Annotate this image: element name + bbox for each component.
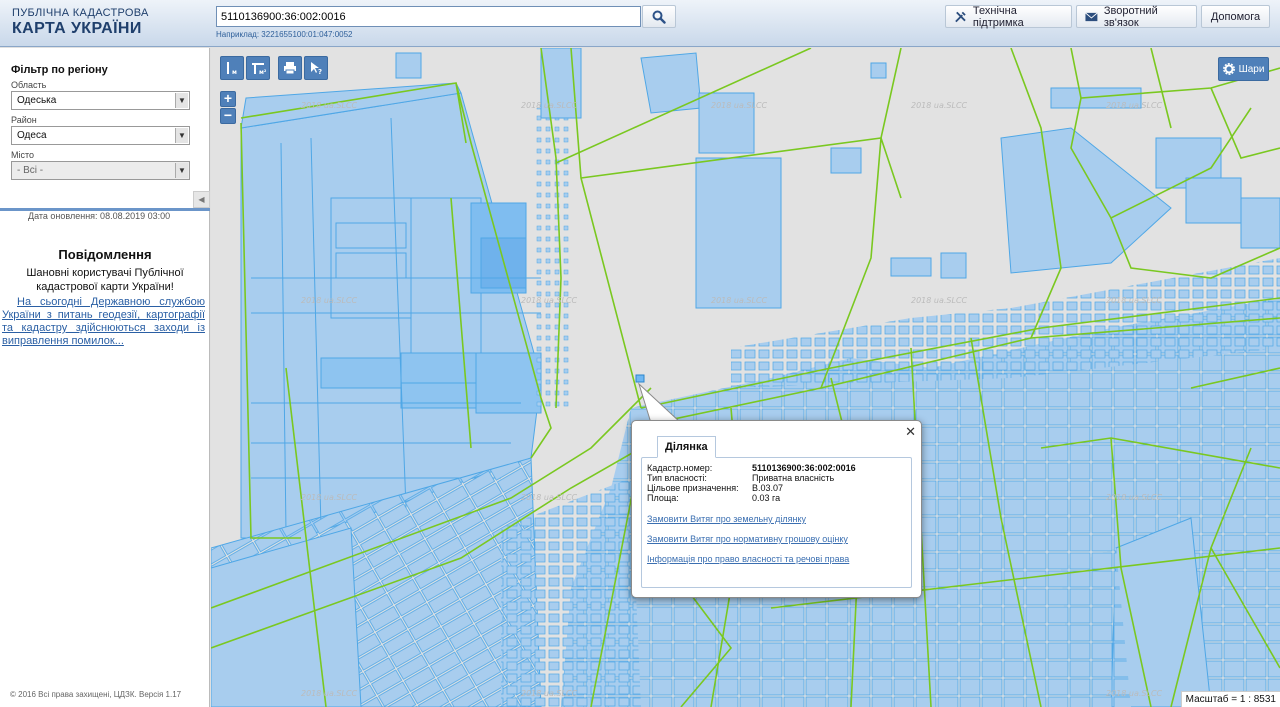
feedback-button[interactable]: Зворотний зв'язок [1076, 4, 1197, 29]
zoom-out-button[interactable]: − [220, 108, 236, 124]
oblast-select[interactable]: Одеська ▼ [11, 91, 190, 110]
print-button[interactable] [278, 56, 302, 80]
envelope-icon [1085, 12, 1098, 21]
collapse-sidebar-button[interactable]: ◀ [193, 191, 210, 208]
order-valuation-link[interactable]: Замовити Витяг про нормативну грошову оц… [647, 534, 848, 544]
update-date: Дата оновлення: 08.08.2019 03:00 [28, 211, 171, 221]
filter-title: Фільтр по регіону [11, 64, 108, 76]
svg-text:2018 ua.SLCC: 2018 ua.SLCC [301, 296, 358, 305]
selected-parcel[interactable] [635, 374, 645, 383]
svg-text:м: м [232, 69, 237, 76]
info-value: 5110136900:36:002:0016 [752, 463, 856, 473]
rayon-value: Одеса [17, 130, 47, 141]
search-button[interactable] [642, 5, 676, 28]
measure-distance-button[interactable]: м [220, 56, 244, 80]
zoom-in-button[interactable]: + [220, 91, 236, 107]
help-button[interactable]: Допомога [1201, 5, 1270, 28]
info-value: Приватна власність [752, 473, 835, 483]
cursor-question-icon: ? [311, 62, 322, 75]
gear-icon [1222, 63, 1235, 75]
message-text: Шановні користувачі Публічної кадастрово… [26, 267, 184, 293]
svg-text:2018 ua.SLCC: 2018 ua.SLCC [521, 101, 578, 110]
sidebar: Фільтр по регіону Область Одеська ▼ Райо… [0, 48, 210, 707]
rayon-label: Район [11, 115, 37, 125]
svg-text:?: ? [318, 68, 322, 75]
message-link[interactable]: На сьогодні Державною службою України з … [2, 296, 205, 348]
parcel-info-panel: Кадастр.номер: 5110136900:36:002:0016 Тип… [641, 457, 912, 588]
misto-select[interactable]: - Всі - ▼ [11, 161, 190, 180]
logo-line1: ПУБЛІЧНА КАДАСТРОВА [12, 7, 149, 19]
search-icon [652, 10, 666, 24]
misto-value: - Всі - [17, 165, 44, 176]
help-label: Допомога [1210, 10, 1261, 23]
chevron-down-icon: ▼ [175, 163, 188, 178]
tools-toolbar: ? [278, 56, 328, 80]
svg-text:2018 ua.SLCC: 2018 ua.SLCC [911, 296, 968, 305]
header: ПУБЛІЧНА КАДАСТРОВА КАРТА УКРАЇНИ Наприк… [0, 0, 1280, 47]
logo-line2: КАРТА УКРАЇНИ [12, 20, 142, 37]
info-row: Тип власності: Приватна власність [647, 473, 834, 483]
svg-text:2018 ua.SLCC: 2018 ua.SLCC [301, 689, 358, 698]
svg-text:2018 ua.SLCC: 2018 ua.SLCC [1106, 101, 1163, 110]
svg-text:2018 ua.SLCC: 2018 ua.SLCC [521, 296, 578, 305]
parcel-info-popup: ✕ Ділянка Кадастр.номер: 5110136900:36:00… [631, 420, 922, 598]
misto-label: Місто [11, 150, 35, 160]
tech-support-label: Технічна підтримка [972, 4, 1024, 29]
svg-text:2018 ua.SLCC: 2018 ua.SLCC [1106, 493, 1163, 502]
info-row: Площа: 0.03 га [647, 493, 780, 503]
tools-icon [955, 11, 966, 22]
info-key: Площа: [647, 493, 679, 503]
svg-text:2018 ua.SLCC: 2018 ua.SLCC [1106, 689, 1163, 698]
svg-text:2018 ua.SLCC: 2018 ua.SLCC [301, 493, 358, 502]
chevron-down-icon: ▼ [175, 128, 188, 143]
map-canvas[interactable]: 2018 ua.SLCC 2018 ua.SLCC 2018 ua.SLCC 2… [211, 48, 1280, 707]
layers-button[interactable]: Шари [1218, 57, 1269, 81]
parcels-small-strip [536, 108, 571, 408]
svg-text:2018 ua.SLCC: 2018 ua.SLCC [711, 101, 768, 110]
cadastral-map[interactable]: 2018 ua.SLCC 2018 ua.SLCC 2018 ua.SLCC 2… [211, 48, 1280, 707]
tab-parcel[interactable]: Ділянка [657, 436, 716, 458]
info-value: 0.03 га [752, 493, 781, 503]
message-title: Повідомлення [58, 247, 152, 262]
rayon-select[interactable]: Одеса ▼ [11, 126, 190, 145]
svg-text:2018 ua.SLCC: 2018 ua.SLCC [911, 101, 968, 110]
ownership-info-link[interactable]: Інформація про право власності та речові… [647, 554, 849, 564]
area-ruler-icon: м² [252, 63, 266, 76]
identify-button[interactable]: ? [304, 56, 328, 80]
svg-text:м²: м² [259, 69, 266, 76]
measure-area-button[interactable]: м² [246, 56, 270, 80]
info-key: Цільове призначення: [647, 483, 739, 493]
info-row: Цільове призначення: В.03.07 [647, 483, 783, 493]
close-icon[interactable]: ✕ [905, 424, 916, 440]
svg-text:2018 ua.SLCC: 2018 ua.SLCC [1106, 296, 1163, 305]
feedback-label: Зворотний зв'язок [1103, 4, 1158, 29]
chevron-down-icon: ▼ [175, 93, 188, 108]
info-row: Кадастр.номер: 5110136900:36:002:0016 [647, 463, 856, 473]
tech-support-button[interactable]: Технічна підтримка [945, 4, 1072, 29]
logo[interactable]: ПУБЛІЧНА КАДАСТРОВА КАРТА УКРАЇНИ [12, 8, 149, 37]
layers-label: Шари [1238, 63, 1265, 75]
info-value: В.03.07 [752, 483, 784, 493]
oblast-value: Одеська [17, 95, 57, 106]
copyright: © 2016 Всі права захищені, ЦДЗК. Версія … [10, 690, 182, 699]
order-extract-link[interactable]: Замовити Витяг про земельну ділянку [647, 514, 806, 524]
cadastral-search-input[interactable] [216, 6, 641, 27]
svg-text:2018 ua.SLCC: 2018 ua.SLCC [521, 493, 578, 502]
svg-text:2018 ua.SLCC: 2018 ua.SLCC [301, 101, 358, 110]
info-key: Кадастр.номер: [647, 463, 713, 473]
svg-text:2018 ua.SLCC: 2018 ua.SLCC [711, 296, 768, 305]
measure-toolbar: м м² [220, 56, 270, 80]
info-key: Тип власності: [647, 473, 707, 483]
printer-icon [284, 62, 296, 75]
oblast-label: Область [11, 80, 47, 90]
svg-text:2018 ua.SLCC: 2018 ua.SLCC [521, 689, 578, 698]
search-example: Наприклад: 3221655100:01:047:0052 [216, 30, 353, 39]
map-scale: Масштаб = 1 : 8531 [1180, 691, 1280, 707]
ruler-icon: м [227, 62, 237, 76]
